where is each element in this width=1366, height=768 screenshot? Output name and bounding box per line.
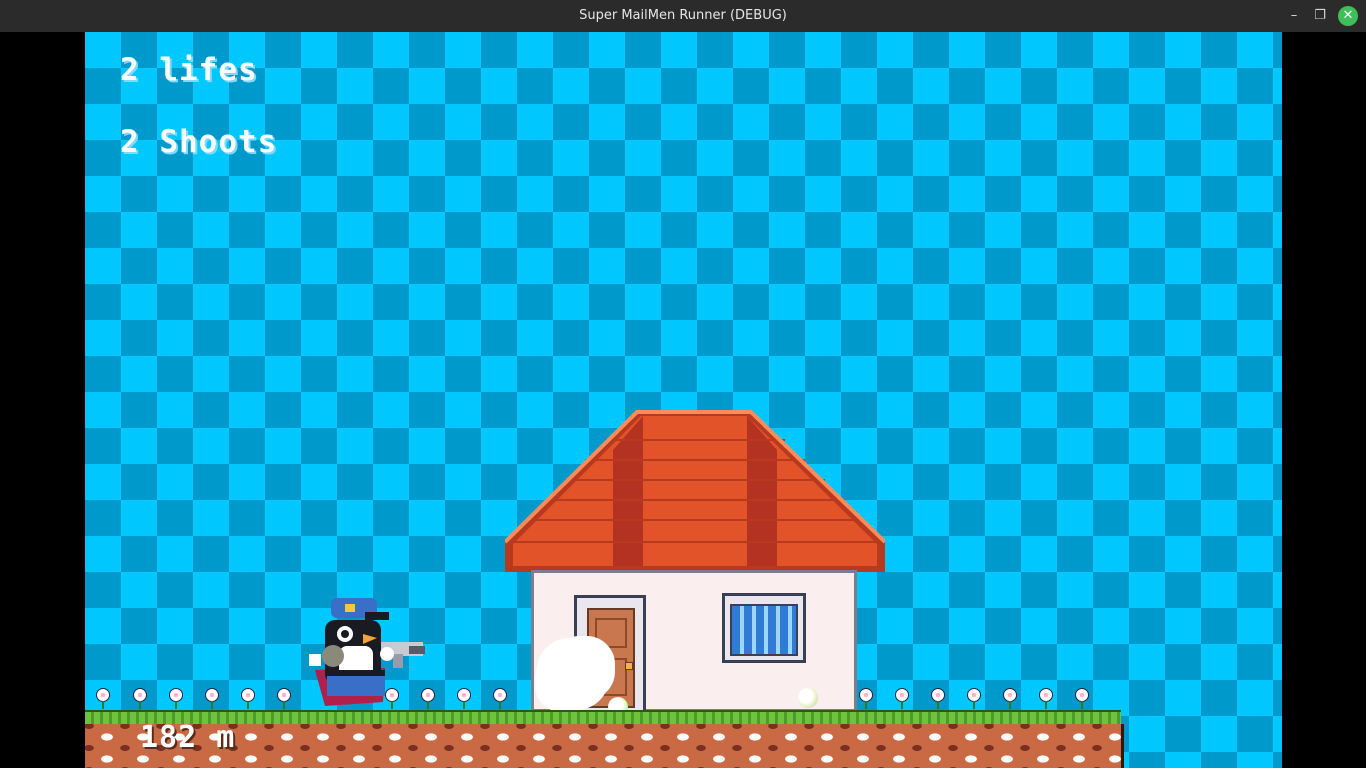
flower-icon	[277, 688, 291, 709]
lives-counter: 2 lifes	[120, 52, 258, 88]
flower-icon	[1039, 688, 1053, 709]
door-knob-icon	[625, 662, 633, 670]
flower-icon	[169, 688, 183, 709]
flower-icon	[931, 688, 945, 709]
flower-icon	[967, 688, 981, 709]
game-viewport[interactable]: 2 lifes 2 Shoots 182 m	[85, 32, 1282, 768]
dirt-block	[85, 724, 1124, 768]
flower-icon	[96, 688, 110, 709]
flower-icon	[1003, 688, 1017, 709]
flower-icon	[421, 688, 435, 709]
window-icon	[722, 593, 806, 663]
mailman-penguin-icon	[309, 598, 425, 706]
distance-counter: 182 m	[140, 720, 236, 755]
flower-icon	[385, 688, 399, 709]
maximize-icon[interactable]: ❐	[1310, 6, 1330, 26]
close-icon[interactable]: ✕	[1338, 6, 1358, 26]
flower-icon	[895, 688, 909, 709]
minimize-icon[interactable]: –	[1284, 6, 1304, 26]
window-glass	[730, 604, 798, 656]
flower-icon	[133, 688, 147, 709]
window-title: Super MailMen Runner (DEBUG)	[579, 8, 787, 23]
shoots-counter: 2 Shoots	[120, 124, 278, 160]
flower-icon	[1075, 688, 1089, 709]
flower-icon	[205, 688, 219, 709]
door-upper-panel	[595, 618, 627, 648]
window-titlebar[interactable]: Super MailMen Runner (DEBUG) – ❐ ✕	[0, 0, 1366, 32]
ground-platform	[85, 710, 1124, 768]
flower-icon	[859, 688, 873, 709]
flower-icon	[493, 688, 507, 709]
flower-icon	[457, 688, 471, 709]
smoke-puff-icon	[537, 638, 609, 710]
roof-icon	[505, 410, 885, 572]
pellet-icon	[798, 688, 818, 708]
flower-icon	[241, 688, 255, 709]
